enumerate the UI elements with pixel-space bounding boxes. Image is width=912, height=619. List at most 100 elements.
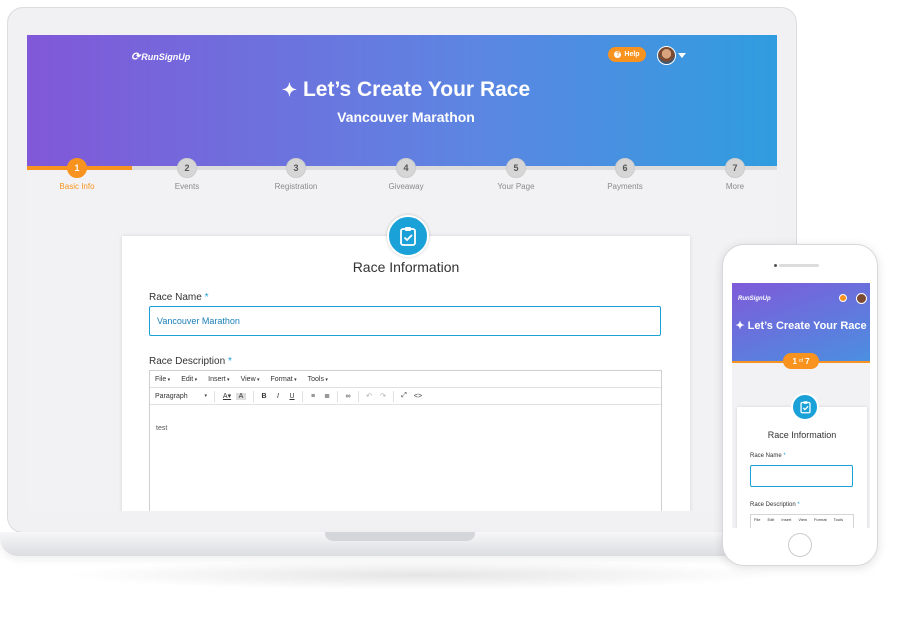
step-label: Payments [607, 182, 643, 191]
step-1[interactable]: 1 Basic Info [42, 158, 112, 191]
editor-content[interactable]: test [150, 405, 661, 452]
magic-wand-icon: ✦ [735, 320, 748, 332]
step-number: 2 [177, 158, 197, 178]
magic-wand-icon: ✦ [281, 80, 297, 100]
page-title: ✦ Let’s Create Your Race [27, 78, 777, 102]
step-label: Giveaway [388, 182, 424, 191]
step-label: Basic Info [59, 182, 95, 191]
step-4[interactable]: 4 Giveaway [371, 158, 441, 191]
underline-icon[interactable]: U [285, 393, 299, 400]
mobile-menu-insert[interactable]: Insert [781, 517, 791, 522]
race-info-card: Race Information Race Name * Vancouver M… [122, 236, 690, 511]
mobile-step-total: 7 [805, 356, 810, 366]
phone-camera [774, 264, 777, 267]
mobile-race-name-label-text: Race Name [750, 453, 782, 459]
race-desc-label-text: Race Description [149, 356, 226, 367]
step-number: 4 [396, 158, 416, 178]
required-mark: * [204, 292, 209, 303]
mobile-help-icon[interactable] [839, 294, 847, 302]
card-title: Race Information [352, 259, 460, 275]
mobile-clipboard-check-icon [791, 393, 819, 421]
bullet-list-icon[interactable]: ≡ [306, 393, 320, 400]
mobile-description-editor[interactable]: File Edit Insert View Format Tools [750, 514, 854, 528]
bold-icon[interactable]: B [257, 393, 271, 400]
mobile-menu-format[interactable]: Format [814, 517, 827, 522]
race-name-value: Vancouver Marathon [157, 316, 240, 326]
editor-menu-file[interactable]: File [155, 376, 170, 383]
help-button[interactable]: ? Help [608, 47, 646, 62]
format-select[interactable]: Paragraph [155, 393, 211, 400]
phone-home-button[interactable] [788, 533, 812, 557]
race-name-label: Race Name * [149, 292, 209, 303]
numbered-list-icon[interactable]: ≣ [320, 392, 334, 400]
toolbar-divider [358, 390, 359, 402]
mobile-menu-edit[interactable]: Edit [767, 517, 774, 522]
question-icon: ? [614, 51, 622, 58]
undo-icon[interactable]: ↶ [362, 392, 376, 400]
mobile-card-title: Race Information [767, 430, 837, 440]
editor-menu-edit[interactable]: Edit [181, 376, 197, 383]
step-2[interactable]: 2 Events [152, 158, 222, 191]
mobile-page-title-text: Let’s Create Your Race [747, 320, 867, 332]
source-code-icon[interactable]: <> [411, 393, 425, 400]
step-label: More [725, 182, 745, 191]
toolbar-divider [337, 390, 338, 402]
mobile-race-desc-label-text: Race Description [750, 502, 796, 508]
laptop-notch [325, 532, 475, 541]
phone-screen: RunSignUp ✦ Let’s Create Your Race 1 of 7 … [732, 283, 870, 528]
highlight-color-icon[interactable]: A [236, 392, 246, 400]
race-name-label-text: Race Name [149, 292, 202, 303]
runner-icon: ⟳ [131, 51, 141, 63]
mobile-header-banner: RunSignUp ✦ Let’s Create Your Race [732, 283, 870, 361]
editor-menu-format[interactable]: Format [271, 376, 297, 383]
text-color-icon[interactable]: A▾ [218, 392, 236, 400]
toolbar-divider [393, 390, 394, 402]
step-number: 5 [506, 158, 526, 178]
step-6[interactable]: 6 Payments [590, 158, 660, 191]
mobile-race-info-card: Race Information Race Name * Race Descri… [737, 407, 867, 528]
logo-text: RunSignUp [141, 52, 191, 62]
laptop-screen: ⟳RunSignUp ? Help ✦ Let’s Create Your Race… [27, 35, 777, 511]
phone-speaker [779, 264, 819, 267]
mobile-step-indicator: 1 of 7 [783, 353, 819, 369]
step-nav: 1 Basic Info 2 Events 3 Registration 4 Giveaway… [27, 158, 777, 198]
editor-menubar: File Edit Insert View Format Tools [150, 371, 661, 388]
redo-icon[interactable]: ↷ [376, 392, 390, 400]
step-label: Events [174, 182, 200, 191]
phone-frame: RunSignUp ✦ Let’s Create Your Race 1 of 7 … [722, 244, 878, 566]
runsignup-logo[interactable]: ⟳RunSignUp [131, 50, 190, 63]
step-label: Your Page [497, 182, 535, 191]
step-label: Registration [274, 182, 318, 191]
fullscreen-icon[interactable]: ⤢ [397, 392, 411, 400]
race-subtitle: Vancouver Marathon [337, 109, 475, 125]
race-description-editor[interactable]: File Edit Insert View Format Tools Parag… [149, 370, 662, 511]
link-icon[interactable]: ∞ [341, 393, 355, 400]
mobile-menu-view[interactable]: View [798, 517, 807, 522]
race-desc-label: Race Description * [149, 356, 232, 367]
mobile-race-name-input[interactable] [750, 465, 853, 487]
mobile-avatar[interactable] [856, 293, 867, 304]
mobile-race-name-label: Race Name * [750, 453, 786, 459]
editor-toolbar: Paragraph A▾ A B I U ≡ ≣ ∞ ↶ ↷ ⤢ <> [150, 388, 661, 405]
mobile-menu-file[interactable]: File [754, 517, 760, 522]
mobile-step-of: of [798, 358, 804, 364]
chevron-down-icon[interactable] [678, 53, 686, 58]
editor-menu-tools[interactable]: Tools [308, 376, 328, 383]
italic-icon[interactable]: I [271, 393, 285, 400]
step-3[interactable]: 3 Registration [261, 158, 331, 191]
editor-menu-insert[interactable]: Insert [208, 376, 229, 383]
step-7[interactable]: 7 More [700, 158, 770, 191]
step-5[interactable]: 5 Your Page [481, 158, 551, 191]
race-name-input[interactable]: Vancouver Marathon [149, 306, 661, 336]
required-mark: * [797, 502, 800, 508]
laptop-shadow [60, 560, 780, 590]
toolbar-divider [253, 390, 254, 402]
mobile-menu-tools[interactable]: Tools [834, 517, 843, 522]
step-number: 3 [286, 158, 306, 178]
editor-menu-view[interactable]: View [241, 376, 260, 383]
page-title-text: Let’s Create Your Race [302, 78, 531, 101]
avatar[interactable] [657, 46, 676, 65]
mobile-logo[interactable]: RunSignUp [738, 296, 771, 302]
clipboard-check-icon [387, 215, 429, 257]
required-mark: * [227, 356, 232, 367]
